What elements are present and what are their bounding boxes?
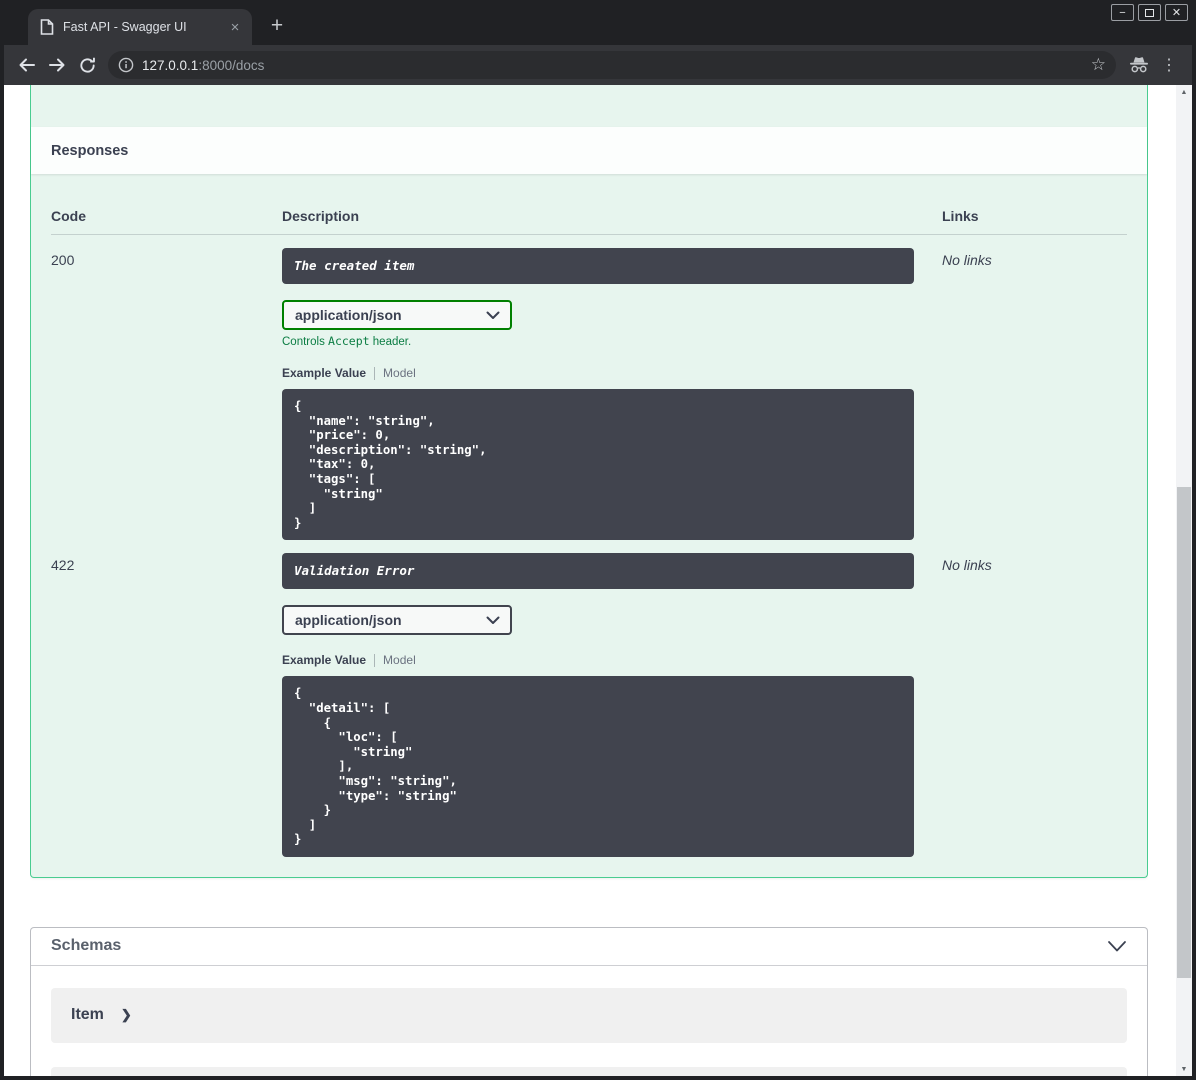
- model-name: Item: [71, 1006, 104, 1024]
- url-host: 127.0.0.1: [142, 57, 199, 73]
- browser-toolbar: 127.0.0.1:8000/docs ☆ ⋮: [4, 45, 1192, 85]
- site-info-icon[interactable]: [118, 57, 134, 73]
- chrome-menu-button[interactable]: ⋮: [1154, 50, 1184, 80]
- response-description-cell: The created item application/json Contro…: [282, 248, 942, 541]
- response-links: No links: [942, 252, 992, 268]
- response-row-200: 200 The created item application/json Co…: [51, 235, 1127, 541]
- media-type-value: application/json: [295, 307, 402, 323]
- scrollbar-thumb[interactable]: [1177, 487, 1191, 978]
- page-viewport: Responses Code Description Links 200 The…: [4, 85, 1192, 1076]
- response-description-cell: Validation Error application/json Exampl…: [282, 553, 942, 857]
- close-button[interactable]: ✕: [1165, 4, 1188, 21]
- tab-separator: [374, 366, 376, 380]
- response-description-box: Validation Error: [282, 553, 914, 590]
- incognito-button[interactable]: [1124, 50, 1154, 80]
- page-favicon-icon: [40, 19, 54, 35]
- model-item[interactable]: Item ❯: [51, 987, 1127, 1043]
- post-opblock: Responses Code Description Links 200 The…: [30, 85, 1148, 878]
- forward-button[interactable]: [42, 50, 72, 80]
- tab-separator: [374, 653, 376, 667]
- reload-button[interactable]: [72, 50, 102, 80]
- schemas-header[interactable]: Schemas: [31, 928, 1147, 966]
- response-code: 422: [51, 557, 75, 574]
- example-json-block: { "name": "string", "price": 0, "descrip…: [282, 389, 914, 541]
- tab-model[interactable]: Model: [383, 653, 416, 667]
- schemas-title: Schemas: [51, 937, 122, 955]
- controls-accept-note: Controls Accept header.: [282, 334, 942, 348]
- three-dot-menu-icon: ⋮: [1161, 57, 1177, 74]
- responses-table-header: Code Description Links: [51, 174, 1127, 235]
- address-bar[interactable]: 127.0.0.1:8000/docs ☆: [108, 51, 1116, 79]
- responses-table: Code Description Links 200 The created i…: [31, 174, 1147, 877]
- incognito-icon: [1130, 57, 1148, 73]
- minimize-button[interactable]: −: [1111, 4, 1134, 21]
- response-description-text: Validation Error: [294, 563, 415, 579]
- chevron-down-icon: [486, 616, 500, 624]
- model-validationerror[interactable]: ValidationError ❯: [51, 1066, 1127, 1076]
- media-type-select[interactable]: application/json: [282, 300, 512, 330]
- maximize-button[interactable]: [1138, 4, 1161, 21]
- chevron-down-icon: [486, 311, 500, 319]
- response-row-422: 422 Validation Error application/json Ex…: [51, 540, 1127, 857]
- tab-example-value[interactable]: Example Value: [282, 366, 366, 380]
- column-header-description: Description: [282, 208, 360, 224]
- responses-title: Responses: [51, 142, 129, 159]
- response-description-box: The created item: [282, 248, 914, 284]
- new-tab-button[interactable]: +: [264, 13, 290, 39]
- example-model-tabs: Example Value Model: [282, 653, 942, 667]
- reload-icon: [79, 57, 95, 73]
- responses-section-header: Responses: [31, 127, 1147, 174]
- opblock-spacer: [31, 85, 1147, 127]
- example-model-tabs: Example Value Model: [282, 366, 942, 380]
- accept-note-prefix: Controls: [282, 336, 329, 348]
- chevron-right-icon: ❯: [120, 1007, 132, 1023]
- response-description-text: The created item: [294, 258, 415, 273]
- scroll-down-arrow-icon[interactable]: ▼: [1176, 1062, 1192, 1076]
- tab-title: Fast API - Swagger UI: [63, 20, 187, 34]
- schemas-body: Item ❯ ValidationError ❯: [31, 966, 1147, 1076]
- page-scrollbar[interactable]: ▲ ▼: [1176, 85, 1192, 1076]
- accept-note-suffix: header.: [369, 336, 412, 348]
- swagger-content: Responses Code Description Links 200 The…: [30, 85, 1148, 1076]
- back-arrow-icon: [19, 58, 35, 72]
- browser-window: Fast API - Swagger UI × + − ✕ 127.0.0.1:…: [0, 0, 1196, 1080]
- chevron-down-icon: [1108, 940, 1126, 952]
- response-code: 200: [51, 252, 75, 268]
- accept-note-mono: Accept: [328, 334, 370, 348]
- schemas-section: Schemas Item ❯ ValidationError ❯: [30, 926, 1148, 1076]
- tab-example-value[interactable]: Example Value: [282, 653, 366, 667]
- tab-bar: Fast API - Swagger UI × + − ✕: [4, 0, 1192, 45]
- url-text[interactable]: 127.0.0.1:8000/docs: [142, 58, 1089, 73]
- maximize-icon: [1145, 8, 1154, 17]
- tab-close-icon[interactable]: ×: [226, 18, 244, 36]
- response-links: No links: [942, 557, 992, 574]
- bookmark-star-icon[interactable]: ☆: [1091, 55, 1106, 75]
- scroll-up-arrow-icon[interactable]: ▲: [1176, 85, 1192, 99]
- url-path: :8000/docs: [198, 57, 265, 73]
- browser-tab[interactable]: Fast API - Swagger UI ×: [28, 9, 252, 45]
- media-type-select[interactable]: application/json: [282, 605, 512, 636]
- media-type-value: application/json: [295, 612, 402, 629]
- back-button[interactable]: [12, 50, 42, 80]
- column-header-links: Links: [942, 208, 979, 224]
- column-header-code: Code: [51, 208, 86, 224]
- window-controls: − ✕: [1111, 4, 1188, 21]
- forward-arrow-icon: [49, 58, 65, 72]
- tab-model[interactable]: Model: [383, 366, 416, 380]
- example-json-block: { "detail": [ { "loc": [ "string" ], "ms…: [282, 676, 914, 857]
